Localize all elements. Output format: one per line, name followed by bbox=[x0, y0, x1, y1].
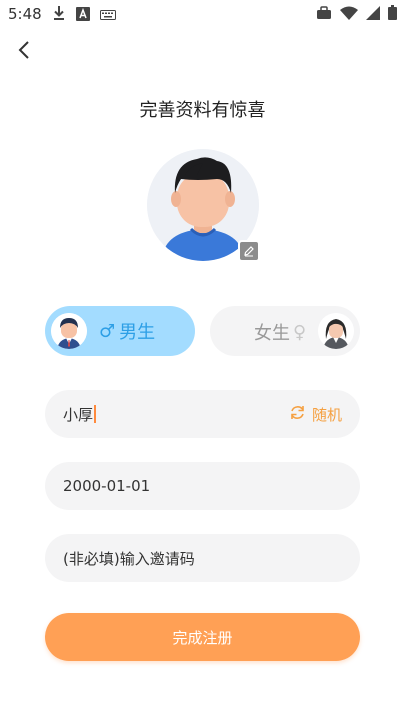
download-icon bbox=[52, 5, 66, 25]
gender-female-button[interactable]: 女生 ♀ bbox=[210, 306, 360, 356]
submit-label: 完成注册 bbox=[172, 628, 233, 647]
gender-male-label: 男生 bbox=[119, 322, 156, 343]
male-avatar-icon bbox=[51, 313, 87, 349]
text-cursor bbox=[94, 405, 97, 423]
status-time: 5:48 bbox=[8, 5, 42, 23]
male-symbol-icon: ♂ bbox=[99, 320, 116, 342]
invite-code-field[interactable]: (非必填)输入邀请码 bbox=[45, 534, 360, 582]
battery-icon bbox=[388, 5, 397, 24]
birthday-value: 2000-01-01 bbox=[63, 477, 151, 495]
invite-code-placeholder: (非必填)输入邀请码 bbox=[63, 549, 195, 568]
wifi-icon bbox=[340, 5, 358, 24]
a-icon bbox=[76, 6, 90, 25]
briefcase-icon bbox=[316, 5, 332, 24]
female-symbol-icon: ♀ bbox=[293, 321, 307, 343]
keyboard-icon bbox=[100, 6, 116, 25]
pencil-icon bbox=[243, 242, 255, 261]
signal-icon bbox=[366, 5, 380, 24]
gender-male-button[interactable]: ♂ 男生 bbox=[45, 306, 195, 356]
page-title: 完善资料有惊喜 bbox=[139, 100, 266, 121]
status-bar: 5:48 bbox=[0, 0, 405, 28]
random-label: 随机 bbox=[311, 406, 342, 424]
refresh-icon bbox=[289, 404, 306, 425]
gender-female-label: 女生 bbox=[254, 323, 290, 344]
random-nickname-button[interactable]: 随机 bbox=[289, 404, 342, 425]
nickname-value: 小厚 bbox=[63, 405, 94, 424]
nickname-field[interactable]: 小厚 随机 bbox=[45, 390, 360, 438]
birthday-field[interactable]: 2000-01-01 bbox=[45, 462, 360, 510]
avatar-section[interactable] bbox=[147, 149, 260, 262]
complete-registration-button[interactable]: 完成注册 bbox=[45, 613, 360, 661]
female-avatar-icon bbox=[318, 313, 354, 349]
chevron-left-icon bbox=[17, 40, 31, 64]
edit-avatar-button[interactable] bbox=[238, 240, 260, 262]
back-button[interactable] bbox=[10, 38, 38, 66]
